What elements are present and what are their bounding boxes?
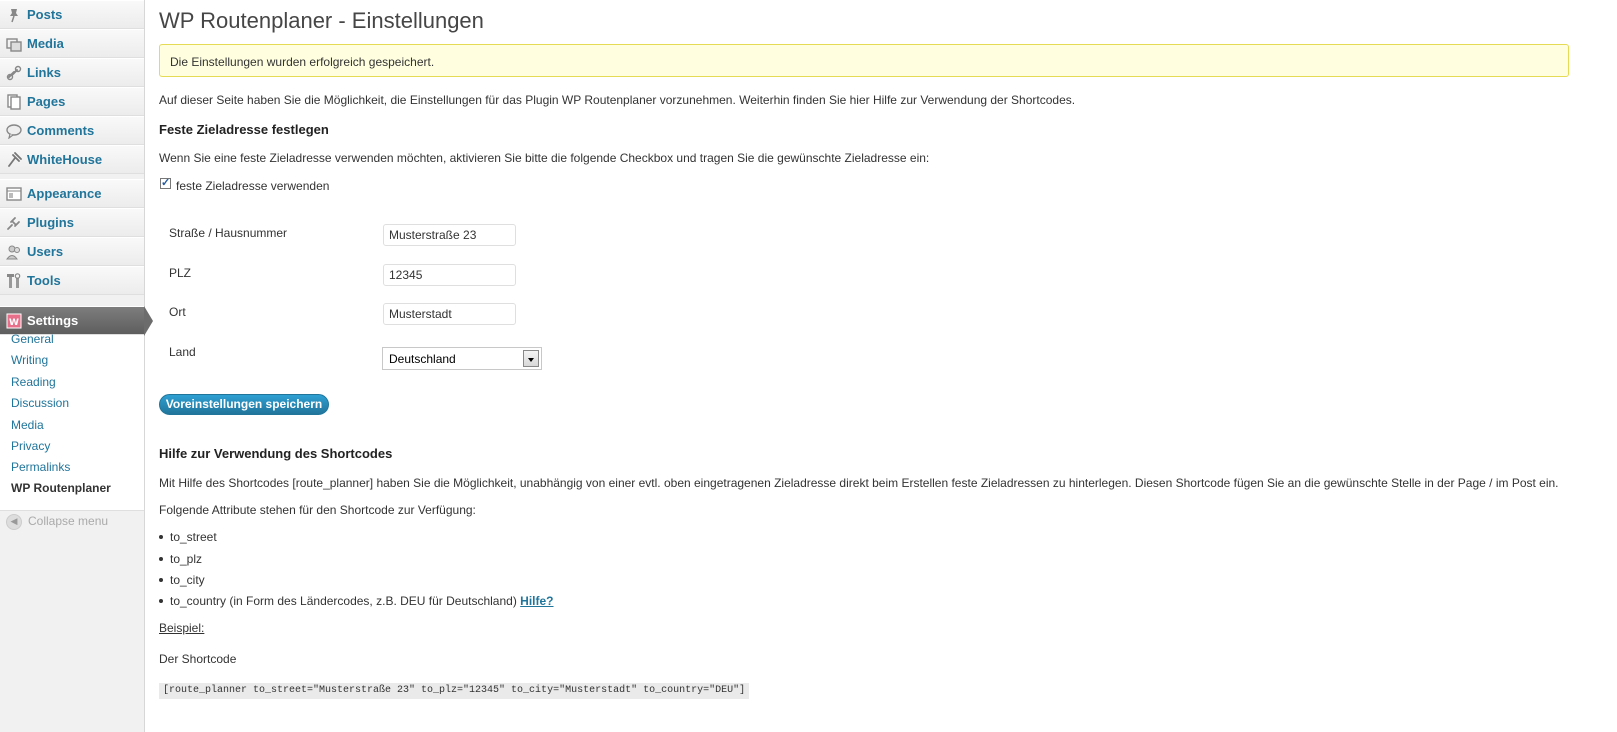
pages-icon	[7, 94, 21, 110]
success-notice: Die Einstellungen wurden erfolgreich ges…	[159, 44, 1569, 77]
section-fixed-address-text: Wenn Sie eine feste Zieladresse verwende…	[159, 151, 930, 165]
submenu-media[interactable]: Media	[11, 418, 44, 432]
comment-icon	[6, 124, 22, 139]
link-icon	[6, 65, 22, 81]
menu-pages[interactable]: Pages	[0, 87, 144, 116]
svg-text:W: W	[9, 318, 19, 328]
attribute-city: to_city	[170, 573, 205, 587]
list-item: to_country (in Form des Ländercodes, z.B…	[159, 594, 554, 608]
menu-posts-label: Posts	[27, 7, 63, 22]
menu-users-label: Users	[27, 244, 64, 259]
menu-settings-label: Settings	[27, 313, 79, 328]
submenu-reading[interactable]: Reading	[11, 375, 56, 389]
attribute-country: to_country (in Form des Ländercodes, z.B…	[170, 594, 517, 608]
fixed-address-checkbox-label: feste Zieladresse verwenden	[176, 179, 330, 193]
users-icon	[6, 245, 20, 260]
menu-comments-label: Comments	[27, 123, 95, 138]
collapse-menu-label: Collapse menu	[28, 514, 109, 529]
menu-plugins-label: Plugins	[27, 215, 74, 230]
menu-posts[interactable]: Posts	[0, 0, 144, 29]
settings-icon: W	[6, 313, 22, 329]
menu-comments[interactable]: Comments	[0, 116, 144, 145]
attributes-intro: Folgende Attribute stehen für den Shortc…	[159, 503, 476, 517]
collapse-menu-button[interactable]: ◀ Collapse menu	[6, 514, 108, 530]
shortcode-label: Der Shortcode	[159, 652, 237, 666]
attribute-street: to_street	[170, 530, 217, 544]
help-link[interactable]: Hilfe?	[520, 594, 553, 608]
submenu-discussion[interactable]: Discussion	[11, 396, 69, 410]
tools-icon	[7, 273, 21, 288]
section-fixed-address-heading: Feste Zieladresse festlegen	[159, 122, 329, 137]
submenu-wp-routenplaner[interactable]: WP Routenplaner	[11, 481, 111, 495]
submenu-privacy[interactable]: Privacy	[11, 439, 50, 453]
example-label: Beispiel:	[159, 621, 205, 635]
menu-tools[interactable]: Tools	[0, 266, 144, 295]
submenu-permalinks[interactable]: Permalinks	[11, 460, 70, 474]
menu-whitehouse[interactable]: WhiteHouse	[0, 145, 144, 174]
menu-links-label: Links	[27, 65, 61, 80]
attribute-plz: to_plz	[170, 552, 203, 566]
menu-settings[interactable]: W Settings	[0, 306, 144, 335]
submenu-general-link[interactable]: General	[11, 332, 54, 346]
menu-links[interactable]: Links	[0, 58, 144, 87]
city-input[interactable]	[383, 303, 516, 325]
menu-pages-label: Pages	[27, 94, 66, 109]
chevron-down-icon[interactable]	[523, 350, 539, 367]
plz-label: PLZ	[169, 266, 192, 280]
menu-appearance[interactable]: Appearance	[0, 179, 144, 208]
current-menu-arrow	[144, 306, 153, 336]
menu-appearance-label: Appearance	[27, 186, 102, 201]
menu-tools-label: Tools	[27, 273, 61, 288]
menu-whitehouse-label: WhiteHouse	[27, 152, 103, 167]
menu-plugins[interactable]: Plugins	[0, 208, 144, 237]
country-select[interactable]: Deutschland	[382, 347, 542, 370]
section-help-text: Mit Hilfe des Shortcodes [route_planner]…	[159, 476, 1559, 490]
city-label: Ort	[169, 305, 186, 319]
menu-media[interactable]: Media	[0, 29, 144, 58]
notice-text: Die Einstellungen wurden erfolgreich ges…	[170, 55, 435, 69]
collapse-arrow-icon: ◀	[6, 514, 22, 530]
list-item: to_plz	[159, 552, 202, 566]
country-select-value: Deutschland	[389, 352, 456, 366]
street-input[interactable]	[383, 224, 516, 246]
plugin-icon	[8, 152, 22, 167]
list-item: to_city	[159, 573, 205, 587]
save-defaults-button[interactable]: Voreinstellungen speichern	[159, 394, 329, 415]
plug-icon	[7, 217, 20, 230]
fixed-address-checkbox[interactable]	[160, 176, 171, 189]
intro-text: Auf dieser Seite haben Sie die Möglichke…	[159, 93, 1076, 107]
submenu-writing[interactable]: Writing	[11, 353, 48, 367]
appearance-icon	[6, 187, 22, 201]
list-item: to_street	[159, 530, 217, 544]
media-icon	[6, 38, 22, 52]
page-title: WP Routenplaner - Einstellungen	[159, 8, 484, 33]
section-help-heading: Hilfe zur Verwendung des Shortcodes	[159, 446, 393, 461]
pushpin-icon	[10, 9, 18, 23]
country-label: Land	[169, 345, 196, 359]
menu-users[interactable]: Users	[0, 237, 144, 266]
street-label: Straße / Hausnummer	[169, 226, 288, 240]
shortcode-example: [route_planner to_street="Musterstraße 2…	[159, 683, 750, 699]
menu-media-label: Media	[27, 36, 64, 51]
plz-input[interactable]	[383, 264, 516, 286]
